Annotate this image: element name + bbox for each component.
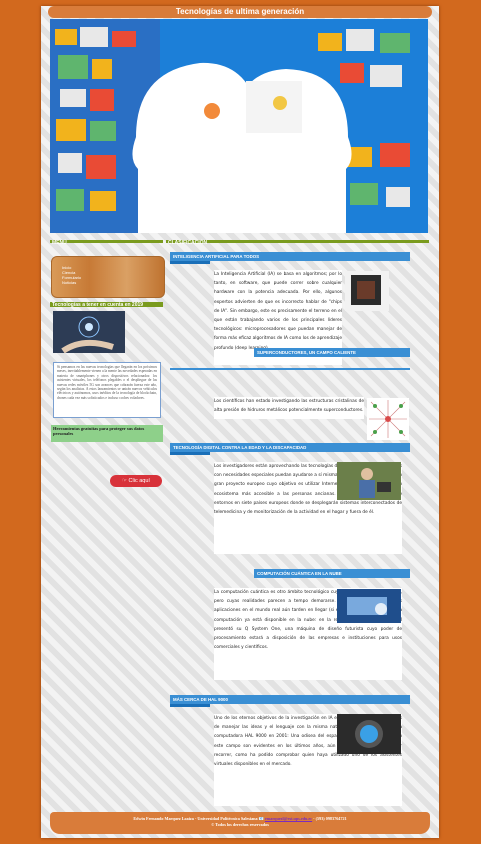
accent-bar bbox=[170, 704, 210, 707]
accent-bar bbox=[170, 261, 210, 264]
article-title-hal: MÁS CERCA DE HAL 9000 bbox=[170, 695, 410, 704]
article-title-cuantica: COMPUTACIÓN CUÁNTICA EN LA NUBE bbox=[254, 569, 410, 578]
accent-bar bbox=[170, 452, 210, 455]
article-title-ia: INTELIGENCIA ARTIFICIAL PARA TODOS bbox=[170, 252, 410, 261]
tech-description: Si pensamos en las nuevas tecnologías qu… bbox=[53, 362, 161, 418]
ai-chip-image bbox=[345, 271, 389, 311]
footer: Edwin Fernando Marquez Loaiza - Universi… bbox=[50, 812, 430, 834]
menu-label: MENÚ bbox=[52, 240, 67, 246]
classification-label: CLASIFICACIÓN bbox=[168, 240, 208, 246]
article-title-superconductores: SUPERCONDUCTORES, UN CAMPO CALIENTE bbox=[254, 348, 410, 357]
page-title: Tecnologías de ultima generación bbox=[48, 6, 432, 18]
tools-title: Herramientas gratuitas para proteger sus… bbox=[51, 425, 163, 442]
tech-image bbox=[53, 311, 125, 353]
article-text-superconductores: Los científicos han estado investigando … bbox=[214, 397, 364, 419]
menu-item-noticias[interactable]: Noticias bbox=[62, 280, 76, 285]
footer-email-link[interactable]: emarquezl@est.ups.edu.ec bbox=[265, 816, 312, 821]
article-title-edad: TECNOLOGÍA DIGITAL CONTRA LA EDAD Y LA D… bbox=[170, 443, 410, 452]
footer-phone: - (593) 0983764721 bbox=[313, 816, 347, 821]
clic-label: Clic aquí bbox=[128, 478, 150, 484]
elderly-image bbox=[337, 462, 401, 500]
quantum-image bbox=[337, 589, 401, 623]
footer-author: Edwin Fernando Marquez Loaiza - Universi… bbox=[133, 816, 264, 821]
clic-aqui-button[interactable]: ☞ Clic aquí bbox=[110, 475, 162, 487]
crystal-image bbox=[367, 398, 409, 440]
footer-rights: © Todos los derechos reservados bbox=[211, 822, 269, 827]
divider bbox=[170, 368, 410, 370]
banner-image bbox=[50, 19, 428, 233]
hal-image bbox=[337, 714, 401, 754]
tech-title: Tecnologías a tener en cuenta en 2019 bbox=[52, 302, 144, 308]
